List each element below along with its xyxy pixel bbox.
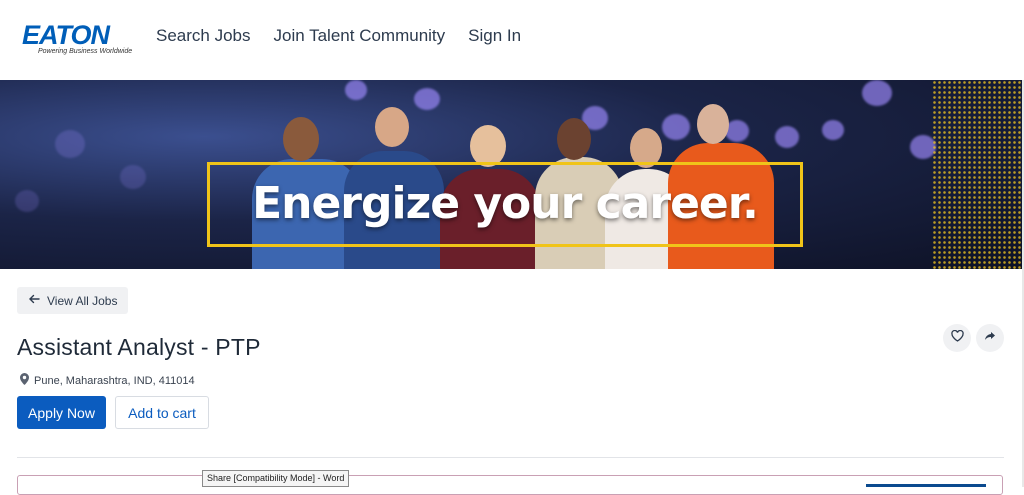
map-pin-icon (20, 373, 29, 388)
person-head (283, 117, 319, 161)
person-head (470, 125, 506, 167)
share-job-button[interactable] (976, 324, 1004, 352)
person-head (557, 118, 591, 160)
bokeh-light (15, 190, 39, 212)
person-head (697, 104, 729, 144)
nav-join-talent-community[interactable]: Join Talent Community (274, 26, 446, 46)
decorative-dot-pattern (932, 80, 1022, 269)
bokeh-light (345, 80, 367, 100)
taskbar-tooltip: Share [Compatibility Mode] - Word (202, 470, 350, 487)
bokeh-light (414, 88, 440, 110)
nav-sign-in[interactable]: Sign In (468, 26, 521, 46)
hero-banner: Energize your career. (0, 80, 1022, 269)
bokeh-light (120, 165, 146, 189)
bokeh-light (822, 120, 844, 140)
save-job-button[interactable] (943, 324, 971, 352)
heart-icon (950, 329, 964, 347)
bokeh-light (775, 126, 799, 148)
eaton-logo[interactable]: EATON Powering Business Worldwide (22, 20, 132, 60)
bokeh-light (862, 80, 892, 106)
arrow-left-icon (28, 293, 40, 308)
site-header: EATON Powering Business Worldwide Search… (0, 0, 1024, 80)
share-icon (984, 329, 996, 347)
add-to-cart-button[interactable]: Add to cart (115, 396, 209, 429)
job-location-text: Pune, Maharashtra, IND, 411014 (34, 374, 195, 387)
bokeh-light (662, 114, 690, 140)
job-title: Assistant Analyst - PTP (17, 334, 261, 360)
job-location: Pune, Maharashtra, IND, 411014 (20, 373, 195, 388)
nav-search-jobs[interactable]: Search Jobs (156, 26, 251, 46)
section-divider (17, 457, 1004, 458)
main-nav: Search Jobs Join Talent Community Sign I… (156, 26, 521, 46)
person-head (375, 107, 409, 147)
view-all-jobs-label: View All Jobs (47, 293, 118, 308)
banner-headline: Energize your career. (252, 178, 759, 229)
content-card-top-edge (17, 475, 1003, 495)
apply-now-button[interactable]: Apply Now (17, 396, 106, 429)
logo-tagline: Powering Business Worldwide (38, 48, 133, 55)
logo-wordmark: EATON (22, 20, 110, 50)
view-all-jobs-button[interactable]: View All Jobs (17, 287, 129, 314)
bokeh-light (55, 130, 85, 158)
